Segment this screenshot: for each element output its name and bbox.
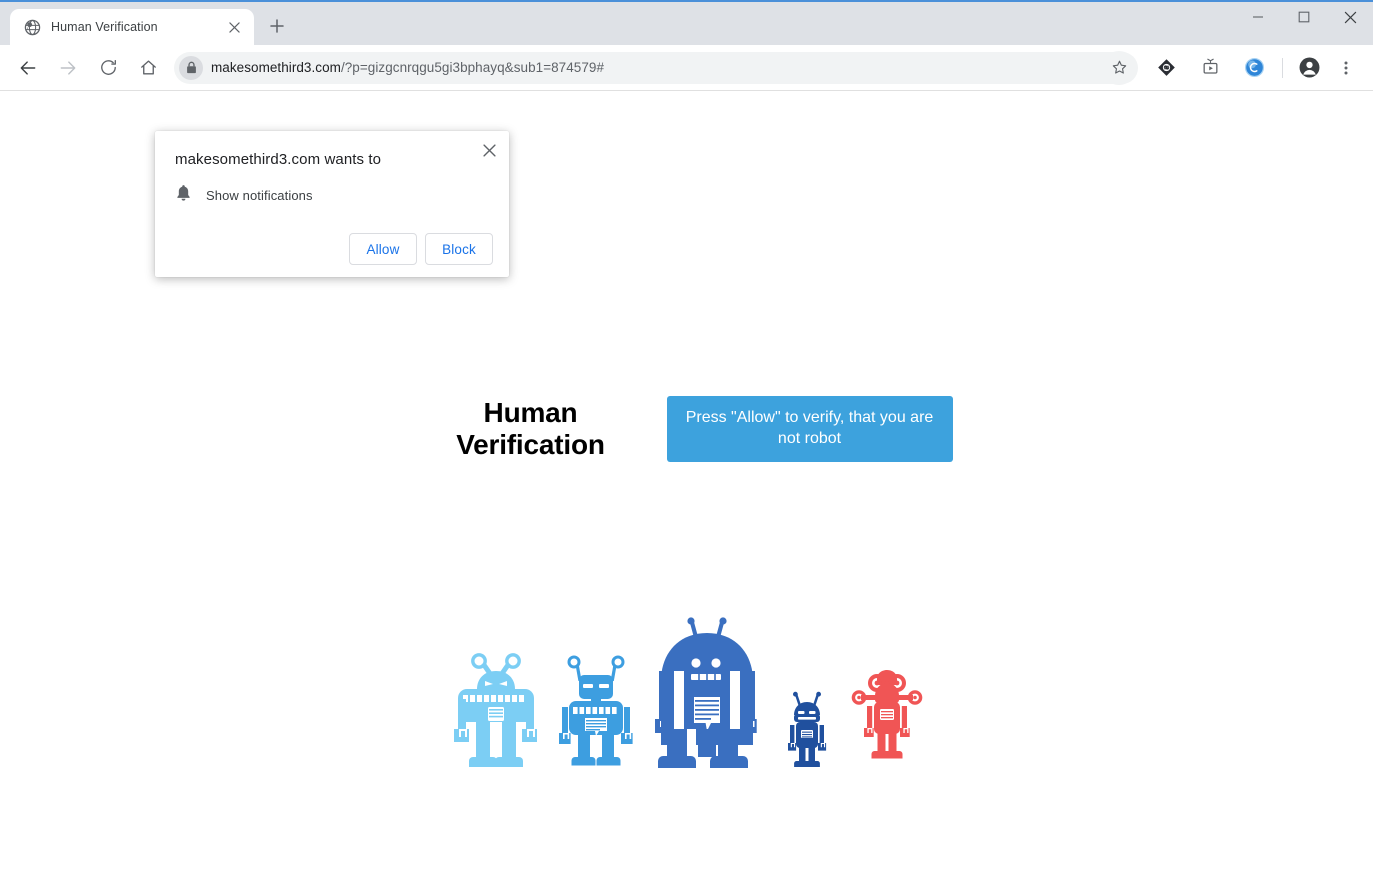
robot-illustration-group [0, 611, 1373, 771]
browser-window: Human Verification makesomethird3.com/?p… [0, 0, 1373, 880]
new-tab-button[interactable] [262, 11, 292, 41]
page-title: Human Verification [421, 397, 641, 460]
robot-large-blue [649, 611, 765, 771]
profile-avatar-icon[interactable] [1293, 52, 1325, 84]
home-button[interactable] [131, 51, 165, 85]
url-text: makesomethird3.com/?p=gizgcnrqgu5gi3bpha… [211, 60, 604, 75]
allow-button[interactable]: Allow [349, 233, 417, 265]
extension-icon-diamond[interactable] [1150, 52, 1182, 84]
browser-tab[interactable]: Human Verification [10, 9, 254, 45]
extension-icon-blue-orb[interactable] [1238, 52, 1270, 84]
window-controls [1235, 2, 1373, 45]
verification-row: Human Verification Press "Allow" to veri… [0, 396, 1373, 462]
lock-icon [179, 55, 203, 80]
url-host: makesomethird3.com [211, 60, 341, 75]
robot-medium-blue [557, 651, 635, 771]
bell-icon [175, 184, 192, 207]
bookmark-star-icon[interactable] [1102, 50, 1136, 85]
back-button[interactable] [11, 51, 45, 85]
address-bar[interactable]: makesomethird3.com/?p=gizgcnrqgu5gi3bpha… [174, 51, 1138, 84]
page-title-line1: Human [483, 397, 578, 429]
tab-title: Human Verification [51, 20, 158, 34]
browser-toolbar: makesomethird3.com/?p=gizgcnrqgu5gi3bpha… [0, 45, 1373, 90]
maximize-button[interactable] [1281, 2, 1327, 32]
page-viewport: Human Verification Press "Allow" to veri… [0, 90, 1373, 880]
robot-red [849, 669, 925, 771]
verification-instruction-banner: Press "Allow" to verify, that you are no… [666, 396, 953, 462]
forward-button[interactable] [51, 51, 85, 85]
block-button[interactable]: Block [425, 233, 493, 265]
extension-icon-cast[interactable] [1194, 52, 1226, 84]
dialog-title: makesomethird3.com wants to [175, 151, 382, 168]
page-title-line2: Verification [456, 428, 605, 460]
permission-label: Show notifications [206, 188, 313, 203]
tab-strip: Human Verification [0, 2, 1235, 45]
minimize-button[interactable] [1235, 2, 1281, 32]
tab-close-icon[interactable] [224, 17, 244, 37]
toolbar-divider [1282, 57, 1283, 78]
robot-light-blue [449, 631, 543, 771]
window-close-button[interactable] [1327, 2, 1373, 32]
permission-row: Show notifications [175, 184, 493, 207]
dialog-actions: Allow Block [175, 233, 493, 265]
title-bar: Human Verification [0, 0, 1373, 45]
notification-permission-dialog: makesomethird3.com wants to Show notific… [155, 131, 509, 277]
url-path: /?p=gizgcnrqgu5gi3bphayq&sub1=874579# [340, 60, 605, 75]
dialog-close-icon[interactable] [477, 138, 501, 162]
browser-menu-icon[interactable] [1331, 52, 1361, 84]
robot-small-navy [779, 689, 835, 771]
globe-icon [24, 19, 41, 36]
reload-button[interactable] [91, 51, 125, 85]
